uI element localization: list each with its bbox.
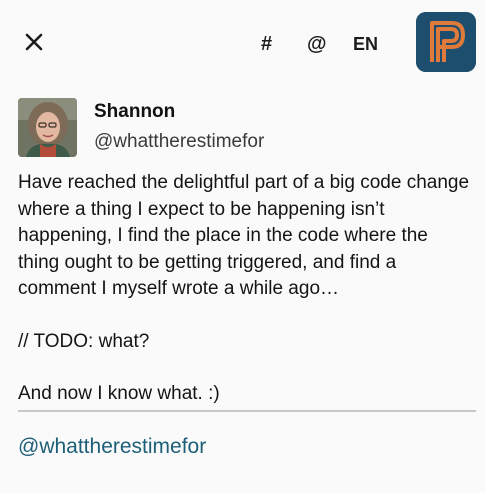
post-paragraph: // TODO: what? (18, 330, 150, 352)
close-button[interactable] (18, 26, 50, 58)
post-paragraph: And now I know what. :) (18, 383, 220, 404)
author-handle[interactable]: @whattherestimefor (94, 130, 264, 154)
hashtag-button[interactable]: # (261, 32, 272, 56)
top-toolbar: # @ EN (0, 0, 486, 86)
close-icon (25, 33, 43, 51)
post-content: Have reached the delightful part of a bi… (18, 170, 473, 408)
app-logo-button[interactable] (416, 12, 476, 72)
divider (18, 410, 476, 412)
avatar-image (18, 98, 77, 157)
author-name[interactable]: Shannon (94, 100, 175, 124)
post-author: Shannon @whattherestimefor (18, 98, 468, 160)
reply-mention-link[interactable]: @whattherestimefor (18, 434, 206, 460)
language-button[interactable]: EN (353, 32, 378, 56)
avatar[interactable] (18, 98, 77, 157)
post-paragraph: Have reached the delightful part of a bi… (18, 172, 470, 299)
mention-button[interactable]: @ (307, 32, 327, 56)
app-logo-icon (416, 12, 476, 72)
